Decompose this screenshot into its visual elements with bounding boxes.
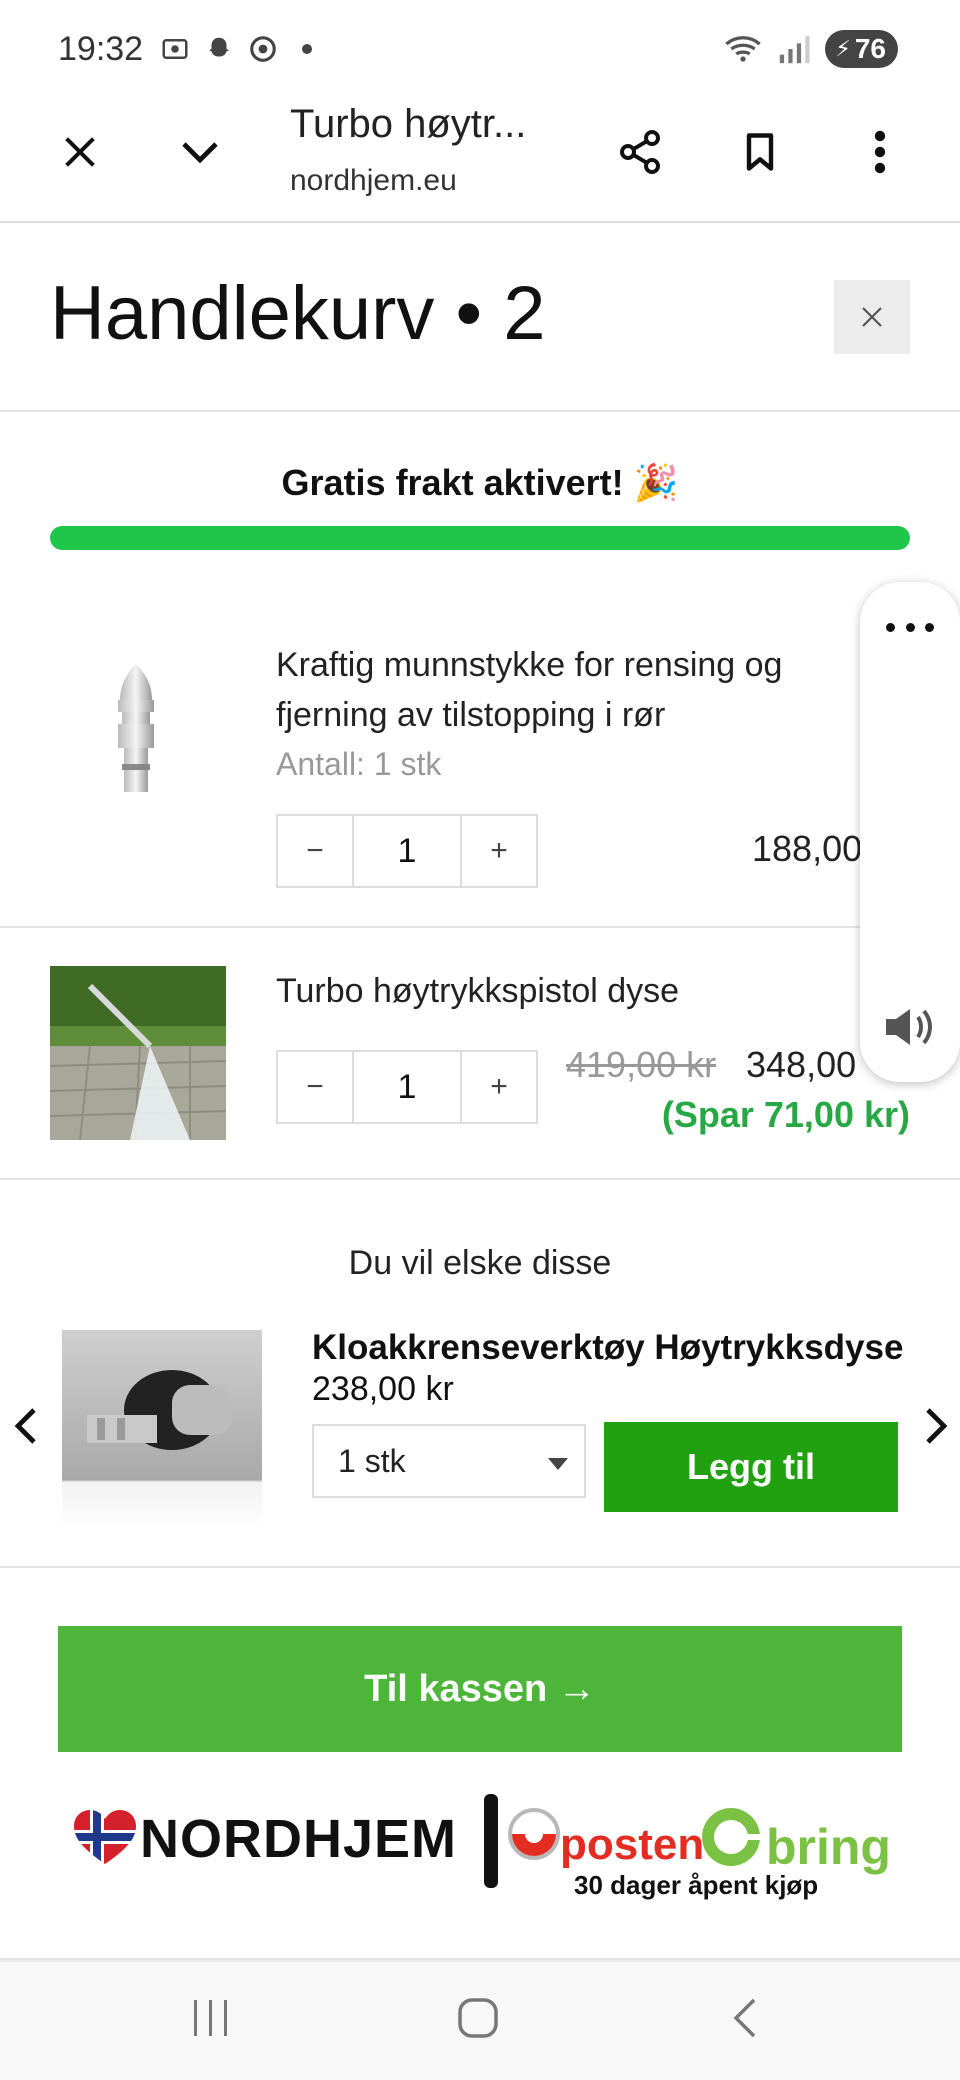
posten-logo: posten (560, 1820, 705, 1869)
share-icon (620, 130, 660, 174)
item-price: 188,00 (752, 828, 863, 869)
cart-title: Handlekurv • 2 (50, 271, 546, 356)
quantity-value[interactable]: 1 (352, 816, 462, 886)
share-button[interactable] (600, 112, 680, 192)
system-navigation-bar (0, 1960, 960, 2080)
divider (0, 1178, 960, 1180)
close-tab-button[interactable] (40, 112, 120, 192)
nordhjem-logo: NORDHJEM (140, 1809, 458, 1869)
caret-down-icon (548, 1458, 568, 1470)
increase-button[interactable]: + (462, 816, 536, 886)
dot-icon (905, 622, 915, 632)
chevron-down-icon (182, 142, 218, 164)
floating-panel (860, 582, 960, 1082)
savings-text: (Spar 71,00 kr) (661, 1094, 910, 1135)
more-vertical-icon (874, 130, 886, 174)
status-time: 19:32 (58, 30, 144, 68)
quantity-stepper: − 1 + (276, 814, 538, 888)
previous-button[interactable] (6, 1396, 46, 1456)
snapchat-icon (209, 37, 229, 57)
item-price: 348,00 (746, 1044, 857, 1085)
divider (0, 926, 960, 928)
item-quantity-note: Antall: 1 stk (276, 746, 442, 782)
dot-icon (925, 622, 934, 632)
volume-icon (886, 1009, 932, 1045)
logo-separator (484, 1794, 498, 1888)
quantity-stepper: − 1 + (276, 1050, 538, 1124)
variant-select[interactable]: 1 stk (312, 1424, 586, 1498)
notification-dot (302, 44, 312, 54)
norway-heart-icon (74, 1810, 136, 1864)
variant-select-value: 1 stk (338, 1442, 406, 1479)
free-shipping-text: Gratis frakt aktivert! 🎉 (281, 462, 679, 503)
chevron-left-icon (14, 1408, 36, 1444)
recommendations-heading: Du vil elske disse (348, 1244, 612, 1282)
battery-icon: ⚡ 76 (825, 30, 898, 68)
divider (0, 1566, 960, 1568)
battery-level: 76 (854, 33, 886, 64)
minimize-button[interactable] (160, 112, 240, 192)
checkout-button[interactable]: Til kassen → (58, 1626, 902, 1752)
return-policy-text: 30 dager åpent kjøp (574, 1870, 819, 1900)
quantity-value[interactable]: 1 (352, 1052, 462, 1122)
increase-button[interactable]: + (462, 1052, 536, 1122)
recommended-product-image[interactable] (62, 1330, 262, 1530)
recent-apps-icon[interactable] (190, 1996, 232, 2040)
nozzle-image (118, 664, 154, 792)
bring-logo-icon (702, 1808, 762, 1866)
status-right: ⚡ 76 (723, 30, 898, 68)
shipping-progress (50, 526, 910, 550)
close-icon (862, 307, 882, 327)
divider (0, 410, 960, 412)
page-title[interactable]: Turbo høytr... (290, 102, 526, 147)
signal-icon (780, 36, 810, 64)
close-cart-button[interactable] (834, 280, 910, 354)
chrome-icon (250, 36, 276, 62)
bring-logo: bring (766, 1819, 891, 1875)
product-image[interactable] (96, 660, 176, 800)
recommended-product-price: 238,00 kr (312, 1370, 454, 1408)
home-icon[interactable] (454, 1994, 502, 2042)
decrease-button[interactable]: − (278, 816, 352, 886)
decrease-button[interactable]: − (278, 1052, 352, 1122)
dot-icon (886, 622, 895, 632)
bookmark-icon (746, 133, 774, 171)
product-image[interactable] (50, 966, 226, 1140)
item-title-line2[interactable]: fjerning av tilstopping i rør (276, 690, 856, 740)
close-icon (65, 137, 95, 167)
item-title[interactable]: Kraftig munnstykke for rensing og (276, 640, 856, 690)
bookmark-button[interactable] (720, 112, 800, 192)
original-price: 419,00 kr (566, 1044, 717, 1085)
chevron-right-icon (926, 1408, 948, 1444)
recommended-product-title[interactable]: Kloakkrenseverktøy Høytrykksdyse (312, 1328, 903, 1368)
sewer-nozzle-image (87, 1370, 232, 1450)
more-menu-button[interactable] (840, 112, 920, 192)
next-button[interactable] (916, 1396, 956, 1456)
back-icon[interactable] (730, 1996, 760, 2040)
screenshot-icon (162, 39, 188, 59)
item-title[interactable]: Turbo høytrykkspistol dyse (276, 966, 856, 1016)
add-to-cart-button[interactable]: Legg til (604, 1422, 898, 1512)
shipping-progress-fill (50, 526, 910, 550)
wifi-icon (725, 36, 762, 62)
pressure-washer-image (50, 966, 226, 1140)
status-icons (160, 34, 312, 64)
panel-more-button[interactable] (886, 612, 934, 642)
volume-button[interactable] (880, 1002, 936, 1057)
posten-logo-icon (508, 1808, 560, 1860)
page-host[interactable]: nordhjem.eu (290, 164, 457, 198)
